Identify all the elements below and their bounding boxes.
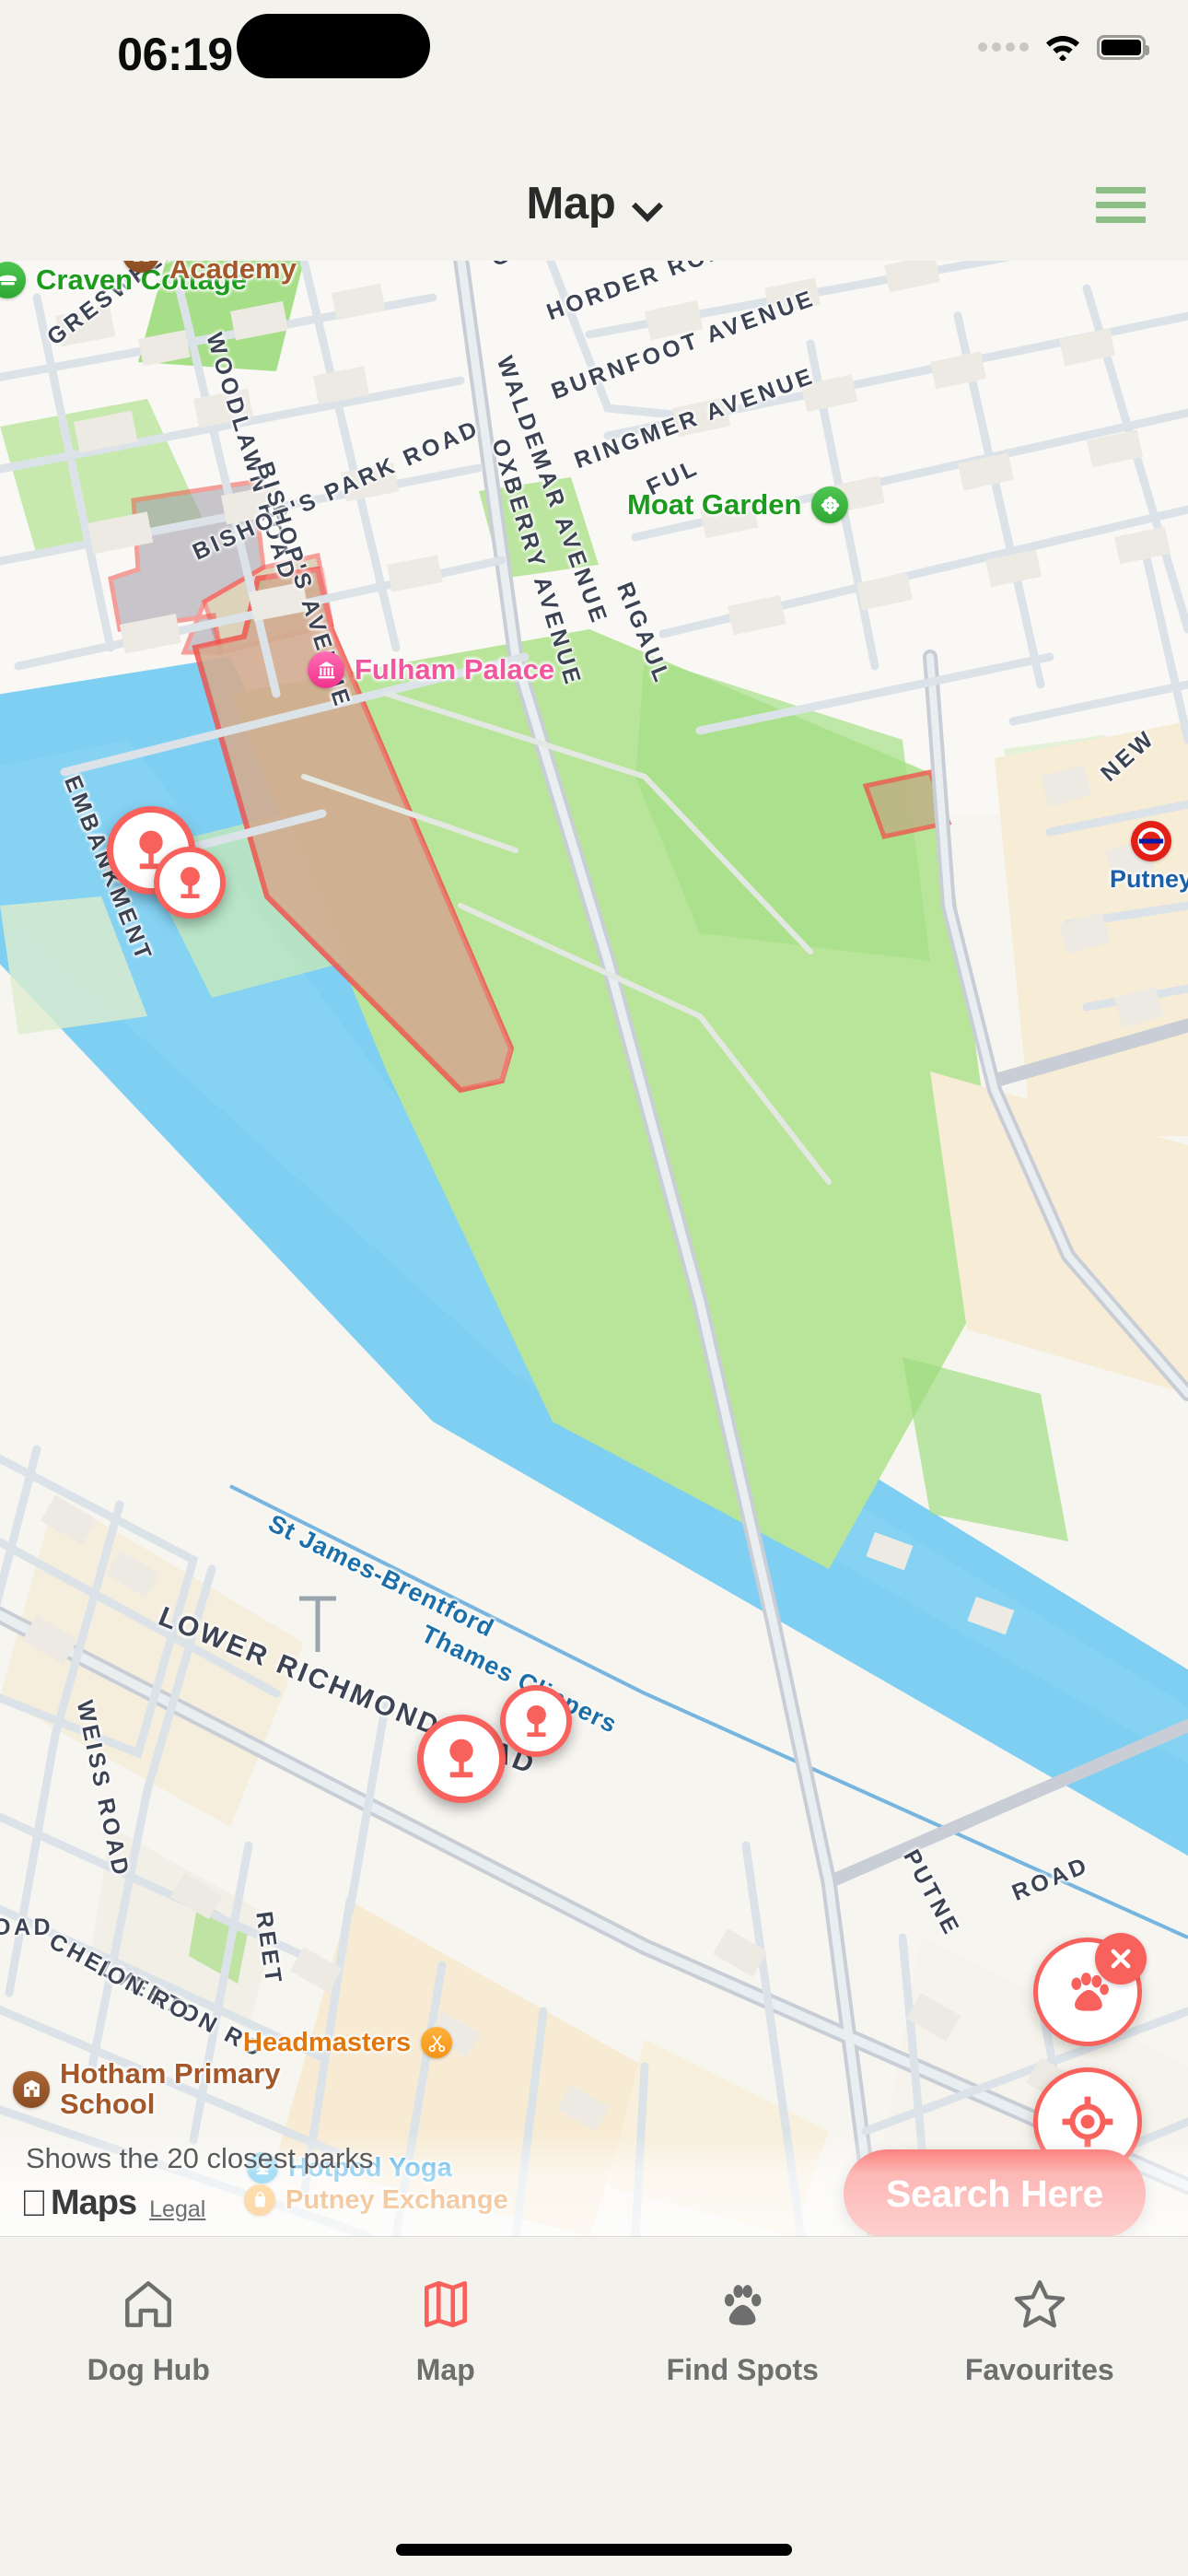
tab-dog-hub[interactable]: Dog Hub	[0, 2276, 297, 2387]
map-attribution:  Maps Legal	[20, 2184, 205, 2223]
paw-icon	[714, 2276, 771, 2333]
locate-crosshair-icon	[1062, 2096, 1113, 2148]
close-icon	[1111, 1949, 1131, 1969]
paw-filter-button[interactable]	[1033, 1933, 1147, 2046]
bottom-tab-bar: Dog Hub Map Find Spots Favourites	[0, 2236, 1188, 2576]
status-bar: 06:19	[0, 0, 1188, 143]
tree-icon	[180, 866, 200, 898]
map-tiles	[0, 261, 1188, 2236]
tree-icon	[449, 1739, 473, 1778]
home-icon	[120, 2276, 177, 2333]
park-marker-4[interactable]	[500, 1685, 572, 1757]
apple-logo-icon: 	[20, 2185, 48, 2222]
tab-label: Dog Hub	[87, 2353, 210, 2386]
status-time: 06:19	[117, 29, 233, 80]
tab-favourites[interactable]: Favourites	[891, 2276, 1188, 2387]
search-here-button[interactable]: Search Here	[843, 2149, 1146, 2236]
park-marker-3[interactable]	[417, 1715, 506, 1803]
apple-maps-wordmark: Maps	[23, 2184, 137, 2222]
legal-link[interactable]: Legal	[149, 2196, 205, 2223]
apple-maps-logo:  Maps	[20, 2184, 137, 2223]
park-marker-2[interactable]	[154, 847, 226, 919]
tab-label: Favourites	[964, 2353, 1114, 2386]
chevron-down-icon	[635, 195, 662, 212]
hamburger-menu-icon[interactable]	[1096, 187, 1146, 223]
dynamic-island	[237, 14, 430, 78]
map-canvas[interactable]: GRESWELL STREET WOODLAWN ROAD BISHOP'S P…	[0, 261, 1188, 2236]
tab-find-spots[interactable]: Find Spots	[594, 2276, 891, 2387]
status-icons	[978, 33, 1149, 63]
app-header: Map	[0, 143, 1188, 261]
wifi-icon	[1043, 33, 1082, 63]
map-title-dropdown[interactable]: Map	[0, 178, 1188, 229]
battery-full-icon	[1097, 34, 1149, 60]
tab-label: Find Spots	[666, 2353, 819, 2386]
home-indicator	[396, 2544, 792, 2556]
tree-icon	[526, 1704, 546, 1737]
paw-filter-close-button[interactable]	[1095, 1933, 1147, 1985]
tab-label: Map	[415, 2353, 475, 2386]
star-icon	[1011, 2276, 1068, 2333]
cellular-dots-icon	[978, 42, 1029, 52]
app-screen: 06:19 Map WOODLAWN ROAD BISHOP'S PARK RO…	[0, 0, 1188, 2576]
page-title: Map	[526, 179, 616, 228]
map-icon	[417, 2276, 474, 2333]
tab-map[interactable]: Map	[297, 2276, 595, 2387]
